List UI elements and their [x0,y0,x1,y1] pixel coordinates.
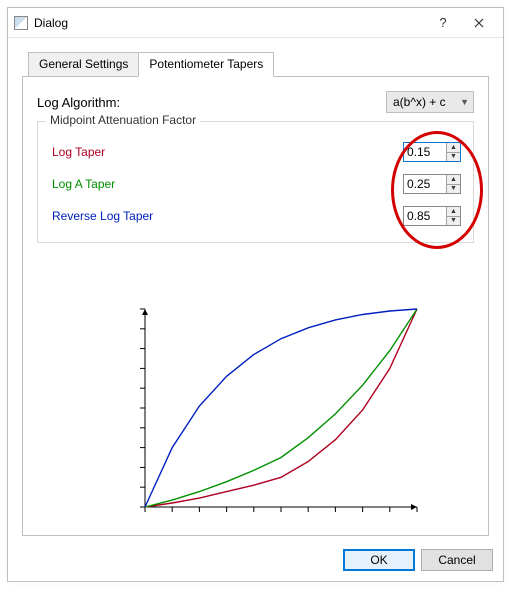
titlebar: Dialog ? [8,8,503,38]
tab-general-settings[interactable]: General Settings [28,52,139,77]
spin-reverse-log-taper-value[interactable]: 0.85 [404,207,446,225]
label-log-algorithm: Log Algorithm: [37,95,386,110]
row-log-a-taper: Log A Taper 0.25 ▲ ▼ [50,174,461,194]
group-legend: Midpoint Attenuation Factor [46,113,200,127]
taper-chart-svg [123,303,423,525]
window-title: Dialog [34,16,425,30]
spin-log-taper-up[interactable]: ▲ [447,143,460,152]
spin-reverse-log-taper-down[interactable]: ▼ [447,216,460,226]
spin-log-a-taper[interactable]: 0.25 ▲ ▼ [403,174,461,194]
taper-chart [123,303,423,525]
spin-log-taper-down[interactable]: ▼ [447,152,460,162]
combo-log-algorithm[interactable]: a(b^x) + c ▼ [386,91,474,113]
spin-log-a-taper-up[interactable]: ▲ [447,175,460,184]
tab-potentiometer-tapers[interactable]: Potentiometer Tapers [138,52,274,77]
spin-reverse-log-taper-up[interactable]: ▲ [447,207,460,216]
cancel-button[interactable]: Cancel [421,549,493,571]
label-log-taper: Log Taper [50,145,403,159]
dialog-buttons: OK Cancel [8,549,503,581]
help-button[interactable]: ? [425,9,461,37]
close-button[interactable] [461,9,497,37]
row-log-taper: Log Taper 0.15 ▲ ▼ [50,142,461,162]
row-reverse-log-taper: Reverse Log Taper 0.85 ▲ ▼ [50,206,461,226]
spin-log-a-taper-value[interactable]: 0.25 [404,175,446,193]
close-icon [474,18,484,28]
group-midpoint-attenuation: Midpoint Attenuation Factor Log Taper 0.… [37,121,474,243]
spin-log-a-taper-down[interactable]: ▼ [447,184,460,194]
spin-log-taper[interactable]: 0.15 ▲ ▼ [403,142,461,162]
chevron-down-icon: ▼ [456,97,469,107]
row-log-algorithm: Log Algorithm: a(b^x) + c ▼ [37,91,474,113]
label-log-a-taper: Log A Taper [50,177,403,191]
spin-reverse-log-taper[interactable]: 0.85 ▲ ▼ [403,206,461,226]
ok-button[interactable]: OK [343,549,415,571]
app-icon [14,16,28,30]
spin-log-taper-value[interactable]: 0.15 [404,143,446,161]
label-reverse-log-taper: Reverse Log Taper [50,209,403,223]
dialog-window: Dialog ? General Settings Potentiometer … [7,7,504,582]
client-area: General Settings Potentiometer Tapers Lo… [8,38,503,549]
combo-log-algorithm-value: a(b^x) + c [393,95,456,109]
tab-strip: General Settings Potentiometer Tapers [28,52,489,77]
tab-panel: Log Algorithm: a(b^x) + c ▼ Midpoint Att… [22,76,489,536]
